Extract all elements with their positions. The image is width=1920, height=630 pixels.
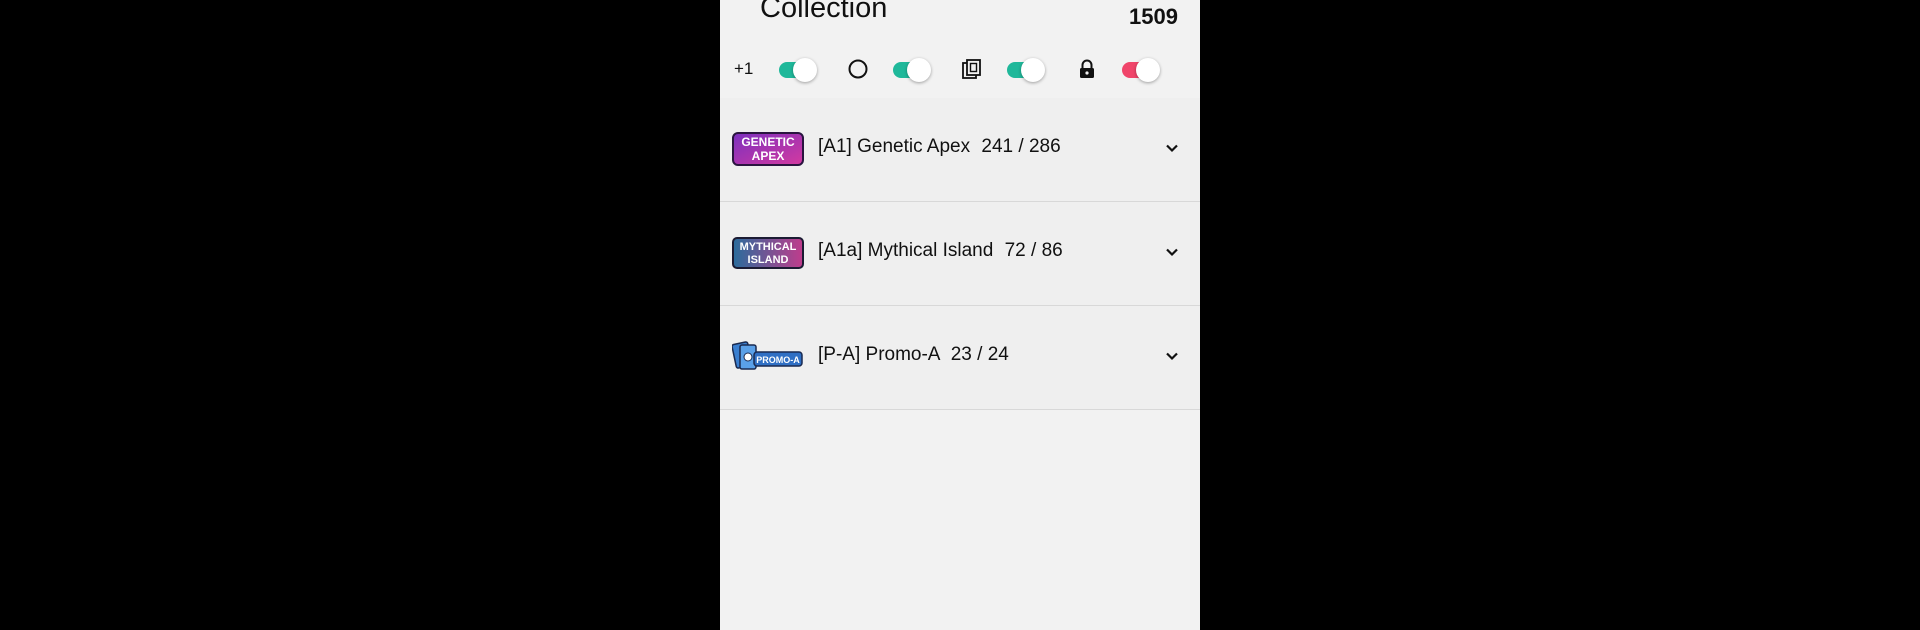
collection-panel: Collection 1509 +1 GENETIC APEX [A1] Gen… bbox=[720, 0, 1200, 630]
toggle-knob bbox=[907, 58, 931, 82]
collection-count: 1509 bbox=[1129, 4, 1178, 29]
chevron-down-icon[interactable] bbox=[1162, 138, 1182, 158]
toggle-lock[interactable] bbox=[1122, 57, 1160, 82]
header: Collection 1509 bbox=[720, 0, 1200, 44]
toggle-plus-one[interactable] bbox=[779, 57, 817, 82]
promo-a-logo: PROMO-A bbox=[731, 339, 804, 377]
filter-circle bbox=[846, 50, 870, 88]
set-name: Mythical Island bbox=[867, 240, 994, 261]
card-stack-icon bbox=[960, 57, 984, 81]
set-progress: 72 / 86 bbox=[1004, 240, 1063, 261]
set-label: [P-A] Promo-A 23 / 24 bbox=[818, 344, 1009, 366]
svg-text:APEX: APEX bbox=[752, 149, 785, 163]
toggle-knob bbox=[793, 58, 817, 82]
toggle-circle[interactable] bbox=[893, 57, 931, 82]
svg-text:MYTHICAL: MYTHICAL bbox=[740, 241, 797, 253]
chevron-down-icon[interactable] bbox=[1162, 242, 1182, 262]
svg-text:ISLAND: ISLAND bbox=[748, 254, 789, 266]
circle-icon bbox=[846, 57, 870, 81]
set-label: [A1a] Mythical Island 72 / 86 bbox=[818, 240, 1063, 262]
set-code: [A1a] bbox=[818, 240, 863, 261]
svg-text:PROMO-A: PROMO-A bbox=[756, 355, 800, 365]
plus-one-label: +1 bbox=[734, 59, 754, 78]
toggle-knob bbox=[1021, 58, 1045, 82]
set-list: GENETIC APEX [A1] Genetic Apex 241 / 286 bbox=[720, 98, 1200, 410]
set-code: [A1] bbox=[818, 136, 852, 157]
mythical-island-logo: MYTHICAL ISLAND bbox=[732, 235, 804, 273]
set-row-genetic-apex[interactable]: GENETIC APEX [A1] Genetic Apex 241 / 286 bbox=[720, 98, 1200, 202]
set-progress: 23 / 24 bbox=[950, 344, 1009, 365]
filter-cards bbox=[960, 50, 984, 88]
filter-bar: +1 bbox=[720, 50, 1200, 88]
svg-text:GENETIC: GENETIC bbox=[741, 135, 795, 149]
set-code: [P-A] bbox=[818, 344, 861, 365]
toggle-knob bbox=[1136, 58, 1160, 82]
genetic-apex-logo: GENETIC APEX bbox=[732, 131, 804, 169]
set-row-promo-a[interactable]: PROMO-A [P-A] Promo-A 23 / 24 bbox=[720, 306, 1200, 410]
set-name: Promo-A bbox=[865, 344, 940, 365]
page-title: Collection bbox=[760, 0, 888, 24]
set-label: [A1] Genetic Apex 241 / 286 bbox=[818, 136, 1061, 158]
filter-lock bbox=[1075, 50, 1099, 88]
set-progress: 241 / 286 bbox=[981, 136, 1061, 157]
set-row-mythical-island[interactable]: MYTHICAL ISLAND [A1a] Mythical Island 72… bbox=[720, 202, 1200, 306]
set-name: Genetic Apex bbox=[857, 136, 971, 157]
chevron-down-icon[interactable] bbox=[1162, 346, 1182, 366]
lock-icon bbox=[1075, 57, 1099, 81]
toggle-cards[interactable] bbox=[1007, 57, 1045, 82]
filter-plus-one: +1 bbox=[734, 50, 753, 88]
